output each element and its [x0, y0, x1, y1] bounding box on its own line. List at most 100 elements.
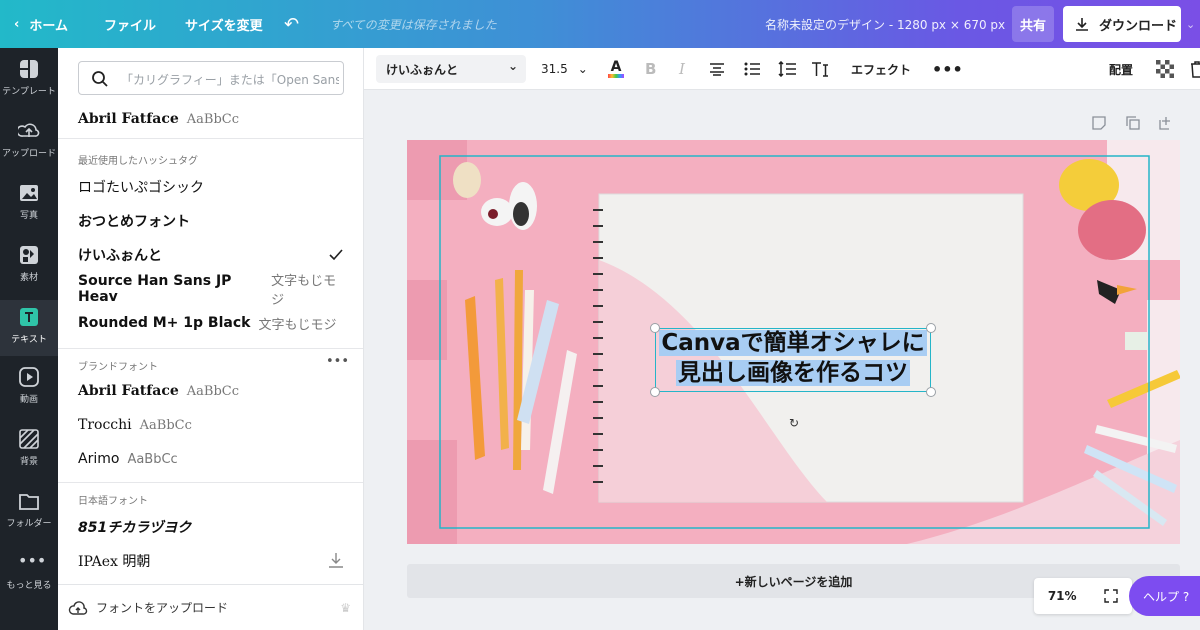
font-sample: 文字もじモジ — [258, 317, 337, 333]
font-item-brand[interactable]: Abril Fatface AaBbCc — [78, 376, 344, 406]
download-options-chevron-icon[interactable]: ⌄ — [1186, 0, 1195, 48]
template-icon — [20, 60, 38, 78]
help-button[interactable]: ヘルプ ? — [1129, 576, 1200, 616]
japanese-fonts-header: 日本語フォント — [78, 496, 148, 507]
help-label: ヘルプ ? — [1143, 589, 1190, 604]
resize-handle[interactable] — [650, 387, 660, 397]
left-rail: テンプレート アップロード 写真 素材 テキスト 動画 背景 フォルダー •••… — [0, 48, 58, 630]
search-icon — [92, 71, 108, 87]
canvas-area: Canvaで簡単オシャレに 見出し画像を作るコツ ↻ +新しいページを追加 71… — [364, 90, 1200, 630]
cloud-upload-icon — [68, 600, 88, 615]
bold-icon[interactable]: B — [645, 48, 656, 90]
more-options-icon[interactable]: ••• — [932, 48, 963, 90]
resize-handle[interactable] — [926, 387, 936, 397]
align-center-icon[interactable] — [709, 48, 725, 90]
chevron-down-icon: ⌄ — [577, 62, 588, 76]
rail-item-elements[interactable]: 素材 — [0, 244, 58, 283]
zoom-control[interactable]: 71% — [1034, 578, 1132, 614]
download-label: ダウンロード — [1099, 18, 1178, 34]
rail-label: フォルダー — [6, 519, 52, 529]
rotate-icon[interactable]: ↻ — [787, 416, 801, 430]
rail-item-upload[interactable]: アップロード — [0, 120, 58, 159]
font-item-abril[interactable]: Abril Fatface AaBbCc — [78, 104, 344, 134]
font-family-value: けいふぉんと — [386, 63, 459, 77]
font-item-recent[interactable]: ロゴたいぷゴシック — [78, 172, 344, 202]
font-item-brand[interactable]: Arimo AaBbCc — [78, 444, 344, 474]
rail-label: テキスト — [11, 335, 47, 345]
home-button[interactable]: ‹ ホーム — [14, 0, 68, 48]
transparency-icon[interactable] — [1156, 48, 1174, 90]
font-sample: 文字もじモジ — [271, 274, 337, 308]
fullscreen-icon[interactable] — [1104, 589, 1118, 603]
design-title[interactable]: 名称未設定のデザイン - 1280 px × 670 px — [765, 0, 1005, 48]
font-name: Abril Fatface — [78, 383, 179, 399]
font-panel: 「カリグラフィー」または「Open Sans」で検索 Abril Fatface… — [58, 48, 364, 630]
text-color-button[interactable]: A — [608, 48, 624, 90]
upload-font-button[interactable]: フォントをアップロード ♛ — [58, 584, 363, 630]
font-item-recent[interactable]: おつとめフォント — [78, 206, 344, 236]
download-icon[interactable] — [328, 552, 344, 568]
font-size-dropdown[interactable]: 31.5 ⌄ — [541, 48, 588, 90]
font-name: IPAex 明朝 — [78, 554, 151, 570]
home-label: ホーム — [29, 18, 68, 34]
photo-icon — [20, 185, 38, 201]
font-item-japanese[interactable]: 851チカラヅヨク — [78, 512, 344, 542]
font-name: Arimo — [78, 451, 120, 467]
chevron-left-icon: ‹ — [14, 16, 20, 32]
brand-fonts-more-icon[interactable]: ••• — [326, 354, 349, 369]
resize-handle[interactable] — [926, 323, 936, 333]
duplicate-page-icon[interactable] — [1126, 116, 1140, 134]
font-item-brand[interactable]: Trocchi AaBbCc — [78, 410, 344, 440]
selection-box[interactable] — [650, 323, 936, 397]
background-icon — [19, 429, 39, 449]
effects-button[interactable]: エフェクト — [851, 48, 911, 90]
text-toolbar: けいふぉんと ⌄ 31.5 ⌄ A B I エフェクト ••• 配置 — [364, 48, 1200, 90]
font-name: けいふぉんと — [78, 248, 162, 264]
font-name: ロゴたいぷゴシック — [78, 180, 204, 196]
more-icon: ••• — [18, 551, 47, 570]
rail-item-folder[interactable]: フォルダー — [0, 490, 58, 529]
check-icon — [329, 249, 343, 261]
font-sample: AaBbCc — [186, 111, 240, 127]
italic-icon[interactable]: I — [679, 48, 685, 90]
trash-icon[interactable] — [1190, 48, 1200, 90]
rail-item-photo[interactable]: 写真 — [0, 182, 58, 221]
rail-label: 素材 — [19, 273, 38, 283]
text-icon — [20, 308, 38, 326]
top-bar: ‹ ホーム ファイル サイズを変更 ↶ すべての変更は保存されました 名称未設定… — [0, 0, 1200, 48]
rail-item-background[interactable]: 背景 — [0, 428, 58, 467]
font-item-japanese[interactable]: IPAex 明朝 — [78, 546, 344, 576]
rail-item-template[interactable]: テンプレート — [0, 58, 58, 97]
rail-label: アップロード — [1, 149, 56, 159]
resize-menu[interactable]: サイズを変更 — [185, 0, 263, 48]
font-item-recent[interactable]: Source Han Sans JP Heav 文字もじモジ — [78, 273, 344, 308]
arrange-button[interactable]: 配置 — [1109, 48, 1133, 90]
spacing-icon[interactable] — [778, 48, 796, 90]
rail-item-video[interactable]: 動画 — [0, 366, 58, 405]
vertical-text-icon[interactable] — [811, 48, 829, 90]
design-page[interactable]: Canvaで簡単オシャレに 見出し画像を作るコツ ↻ — [407, 140, 1180, 544]
font-family-dropdown[interactable]: けいふぉんと ⌄ — [376, 55, 526, 83]
folder-icon — [19, 494, 39, 510]
font-search-input[interactable]: 「カリグラフィー」または「Open Sans」で検索 — [78, 61, 344, 95]
divider — [58, 138, 363, 139]
file-menu[interactable]: ファイル — [104, 0, 156, 48]
list-icon[interactable] — [744, 48, 760, 90]
rail-label: 動画 — [19, 395, 38, 405]
rail-label: 背景 — [19, 457, 38, 467]
rail-item-text[interactable]: テキスト — [0, 300, 58, 356]
zoom-value: 71% — [1047, 589, 1077, 603]
download-button[interactable]: ダウンロード — [1063, 6, 1181, 42]
font-sample: AaBbCc — [139, 417, 192, 433]
font-item-recent[interactable]: Rounded M+ 1p Black 文字もじモジ — [78, 308, 344, 338]
font-size-value: 31.5 — [541, 62, 568, 76]
share-button[interactable]: 共有 — [1012, 6, 1054, 42]
font-item-selected[interactable]: けいふぉんと — [78, 240, 344, 270]
note-icon[interactable] — [1092, 116, 1106, 134]
divider — [58, 348, 363, 349]
rail-item-more[interactable]: ••• もっと見る — [0, 551, 58, 592]
font-sample: AaBbCc — [186, 383, 240, 399]
undo-icon[interactable]: ↶ — [284, 0, 299, 48]
resize-handle[interactable] — [650, 323, 660, 333]
add-page-icon[interactable] — [1159, 116, 1173, 134]
